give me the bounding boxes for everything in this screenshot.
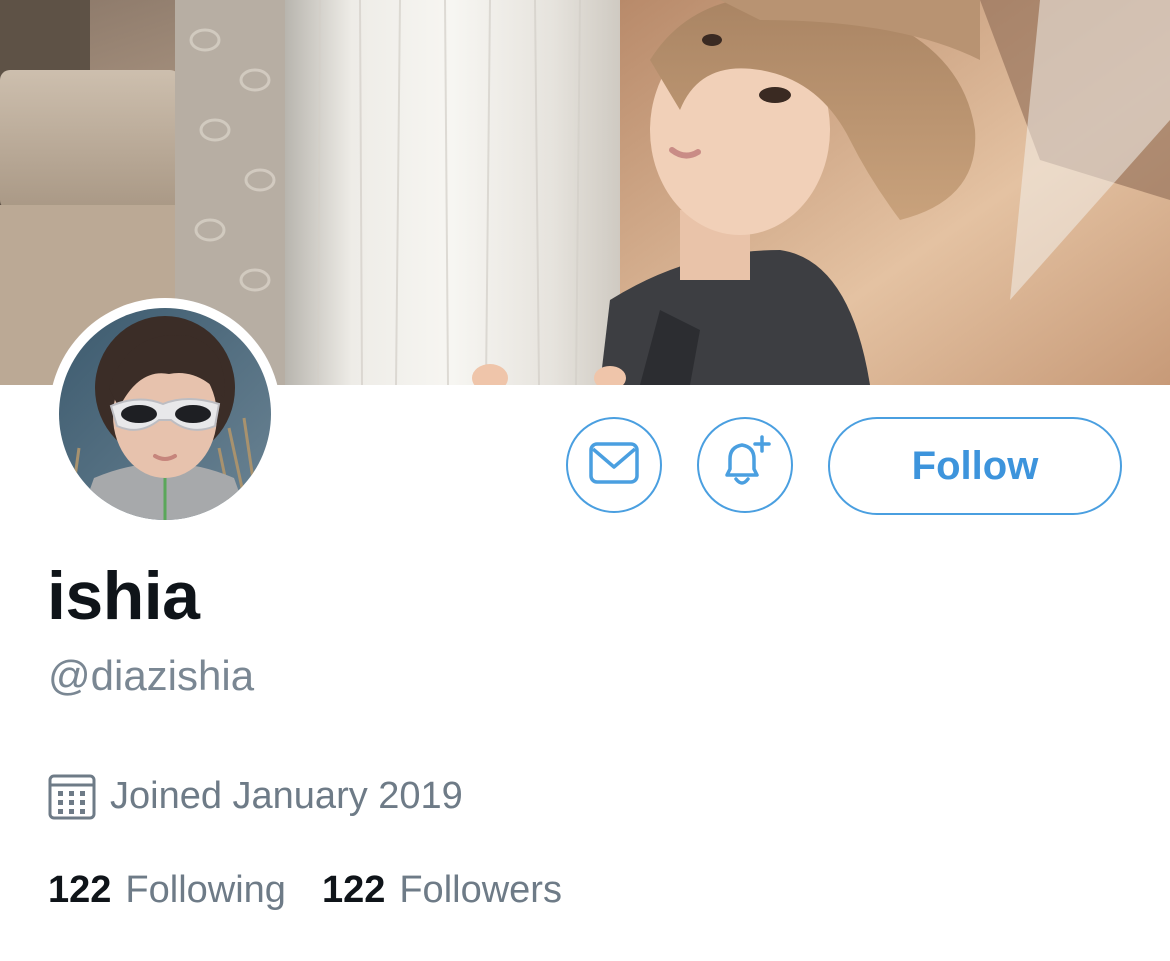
envelope-icon — [588, 441, 640, 490]
profile-page: Follow ishia @diazishia Joined January 2… — [0, 0, 1170, 961]
follow-stats: 122 Following 122 Followers — [48, 864, 562, 916]
joined-date-row: Joined January 2019 — [48, 770, 463, 822]
following-count: 122 — [48, 868, 112, 911]
user-handle: @diazishia — [48, 652, 255, 699]
joined-date: Joined January 2019 — [110, 774, 463, 817]
following-label: Following — [125, 868, 286, 911]
display-name: ishia — [47, 558, 200, 634]
notifications-button[interactable] — [697, 417, 793, 513]
follow-button[interactable]: Follow — [828, 417, 1122, 515]
following-link[interactable]: 122 Following — [48, 869, 286, 912]
followers-label: Followers — [399, 868, 562, 911]
message-button[interactable] — [566, 417, 662, 513]
followers-link[interactable]: 122 Followers — [322, 869, 562, 912]
calendar-icon — [48, 772, 96, 820]
avatar-photo — [59, 308, 271, 520]
bell-plus-icon — [717, 434, 773, 496]
profile-avatar[interactable] — [49, 298, 281, 530]
followers-count: 122 — [321, 868, 386, 911]
